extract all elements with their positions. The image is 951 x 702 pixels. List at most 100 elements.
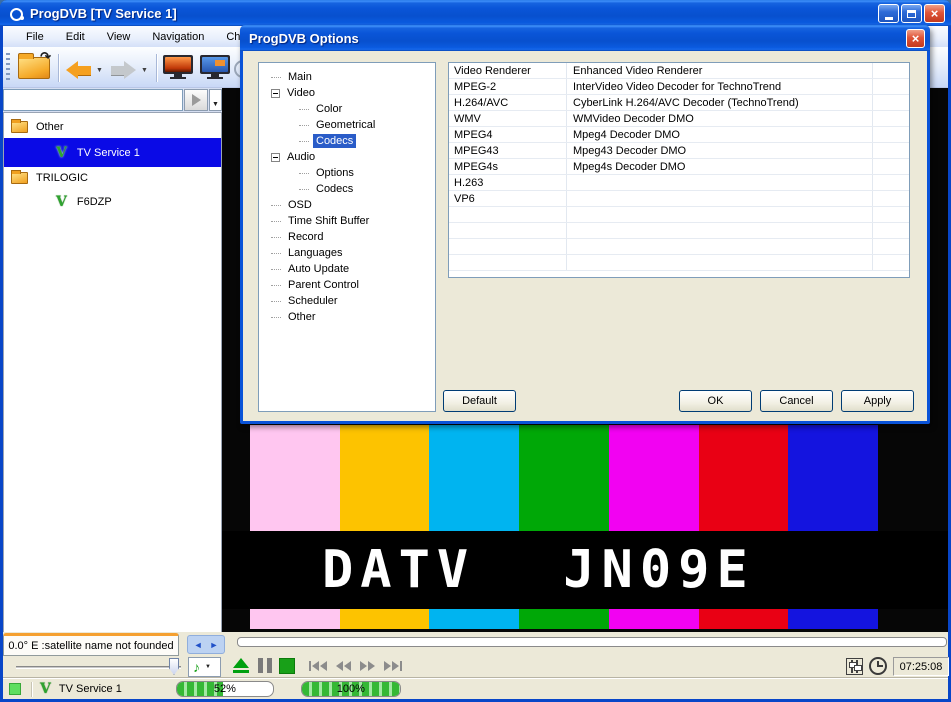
maximize-icon bbox=[907, 10, 916, 18]
tree-item-audio[interactable]: Audio bbox=[259, 149, 435, 165]
search-dropdown-button[interactable]: ▼ bbox=[209, 89, 222, 111]
codec-row[interactable]: Video RendererEnhanced Video Renderer bbox=[449, 63, 909, 79]
forward-dropdown-icon[interactable]: ▼ bbox=[141, 67, 148, 74]
tree-item-auto-update[interactable]: Auto Update bbox=[259, 261, 435, 277]
rewind-button[interactable] bbox=[336, 661, 351, 671]
signal-strength-bar: 52% bbox=[176, 681, 274, 697]
audio-dropdown-icon[interactable]: ▼ bbox=[205, 664, 211, 670]
group-label: TRILOGIC bbox=[36, 172, 88, 184]
signal-quality-bar: 100% bbox=[301, 681, 401, 697]
tree-item-languages[interactable]: Languages bbox=[259, 245, 435, 261]
stop-button[interactable] bbox=[279, 658, 295, 674]
tree-item-main[interactable]: Main bbox=[259, 69, 435, 85]
dialog-close-button[interactable]: × bbox=[906, 29, 925, 48]
next-button[interactable] bbox=[384, 661, 402, 671]
channel-icon: V bbox=[56, 196, 67, 208]
default-button[interactable]: Default bbox=[443, 390, 516, 412]
video-overlay-band: DATV JN09E bbox=[222, 531, 948, 609]
tree-item-parent-control[interactable]: Parent Control bbox=[259, 277, 435, 293]
codec-row[interactable]: MPEG4Mpeg4 Decoder DMO bbox=[449, 127, 909, 143]
tree-item-time-shift-buffer[interactable]: Time Shift Buffer bbox=[259, 213, 435, 229]
pause-icon bbox=[258, 658, 263, 673]
fast-forward-button[interactable] bbox=[360, 661, 375, 671]
tree-item-record[interactable]: Record bbox=[259, 229, 435, 245]
menu-edit[interactable]: Edit bbox=[55, 29, 96, 45]
volume-slider-track[interactable] bbox=[16, 666, 181, 669]
back-dropdown-icon[interactable]: ▼ bbox=[96, 67, 103, 74]
forward-button[interactable]: ▼ bbox=[111, 61, 148, 79]
back-button[interactable]: ▼ bbox=[66, 61, 103, 79]
collapse-icon[interactable] bbox=[271, 89, 280, 98]
toolbar-separator bbox=[58, 54, 59, 82]
menu-view[interactable]: View bbox=[96, 29, 142, 45]
channel-icon: V bbox=[56, 147, 67, 159]
main-window: ProgDVB [TV Service 1] × File Edit View … bbox=[0, 0, 951, 702]
maximize-button[interactable] bbox=[901, 4, 922, 23]
tv-window-icon bbox=[200, 55, 230, 74]
codec-list: Video RendererEnhanced Video Renderer MP… bbox=[448, 62, 910, 278]
codec-row[interactable]: WMVWMVideo Decoder DMO bbox=[449, 111, 909, 127]
scroll-left-icon[interactable]: ◄ bbox=[194, 640, 203, 650]
codec-row[interactable]: H.264/AVCCyberLink H.264/AVC Decoder (Te… bbox=[449, 95, 909, 111]
seek-bar[interactable] bbox=[237, 637, 947, 647]
eject-button[interactable] bbox=[232, 658, 250, 673]
previous-button[interactable] bbox=[309, 661, 327, 671]
pause-button[interactable] bbox=[258, 658, 272, 673]
audio-track-button[interactable]: ♪ ▼ bbox=[188, 657, 221, 677]
satellite-tab[interactable]: 0.0° E :satellite name not founded bbox=[3, 633, 179, 656]
collapse-icon[interactable] bbox=[271, 153, 280, 162]
signal-indicator bbox=[9, 683, 21, 695]
channel-logo-icon: V bbox=[40, 683, 51, 695]
volume-slider-thumb[interactable] bbox=[169, 658, 179, 675]
equalizer-icon[interactable] bbox=[846, 658, 863, 675]
codec-row[interactable]: VP6 bbox=[449, 191, 909, 207]
tree-item-video-geometrical[interactable]: Geometrical bbox=[259, 117, 435, 133]
back-icon bbox=[66, 61, 78, 79]
channel-label: TV Service 1 bbox=[77, 147, 140, 159]
tree-item-video-codecs[interactable]: Codecs bbox=[259, 133, 435, 149]
codec-row-empty bbox=[449, 207, 909, 223]
codec-row[interactable]: MPEG43Mpeg43 Decoder DMO bbox=[449, 143, 909, 159]
ok-button[interactable]: OK bbox=[679, 390, 752, 412]
toolbar-separator bbox=[156, 54, 157, 82]
tree-item-other[interactable]: Other bbox=[259, 309, 435, 325]
codec-row[interactable]: MPEG-2InterVideo Video Decoder for Techn… bbox=[449, 79, 909, 95]
minimize-button[interactable] bbox=[878, 4, 899, 23]
eject-icon bbox=[233, 658, 249, 668]
forward-icon bbox=[124, 61, 136, 79]
scroll-right-icon[interactable]: ► bbox=[210, 640, 219, 650]
tree-item-audio-codecs[interactable]: Codecs bbox=[259, 181, 435, 197]
play-channel-button[interactable] bbox=[184, 89, 208, 111]
clock-icon[interactable] bbox=[869, 657, 887, 675]
tab-scroll-buttons: ◄ ► bbox=[187, 635, 225, 654]
title-bar: ProgDVB [TV Service 1] × bbox=[0, 0, 951, 26]
fast-forward-icon bbox=[360, 661, 367, 671]
codec-row[interactable]: MPEG4sMpeg4s Decoder DMO bbox=[449, 159, 909, 175]
menu-file[interactable]: File bbox=[15, 29, 55, 45]
tree-item-video-color[interactable]: Color bbox=[259, 101, 435, 117]
codec-row[interactable]: H.263 bbox=[449, 175, 909, 191]
options-tree: Main Video Color Geometrical Codecs Audi… bbox=[258, 62, 436, 412]
cancel-button[interactable]: Cancel bbox=[760, 390, 833, 412]
tv-fullscreen-button[interactable] bbox=[163, 55, 193, 80]
minimize-icon bbox=[885, 17, 893, 20]
tree-item-osd[interactable]: OSD bbox=[259, 197, 435, 213]
channel-item-tv-service-1[interactable]: V TV Service 1 bbox=[4, 138, 221, 167]
group-label: Other bbox=[36, 121, 64, 133]
search-input[interactable] bbox=[3, 89, 183, 111]
channel-item-f6dzp[interactable]: V F6DZP bbox=[4, 189, 221, 215]
channel-group-trilogic[interactable]: TRILOGIC bbox=[4, 167, 221, 189]
dialog-body: Main Video Color Geometrical Codecs Audi… bbox=[243, 51, 927, 421]
close-button[interactable]: × bbox=[924, 4, 945, 23]
tree-item-audio-options[interactable]: Options bbox=[259, 165, 435, 181]
toolbar-grip[interactable] bbox=[6, 53, 10, 83]
channel-group-other[interactable]: Other bbox=[4, 116, 221, 138]
open-folder-icon[interactable] bbox=[18, 57, 50, 79]
time-display: 07:25:08 bbox=[893, 657, 949, 676]
tree-item-scheduler[interactable]: Scheduler bbox=[259, 293, 435, 309]
tv-window-button[interactable] bbox=[200, 55, 230, 80]
previous-icon bbox=[309, 661, 311, 671]
menu-navigation[interactable]: Navigation bbox=[141, 29, 215, 45]
apply-button[interactable]: Apply bbox=[841, 390, 914, 412]
tree-item-video[interactable]: Video bbox=[259, 85, 435, 101]
